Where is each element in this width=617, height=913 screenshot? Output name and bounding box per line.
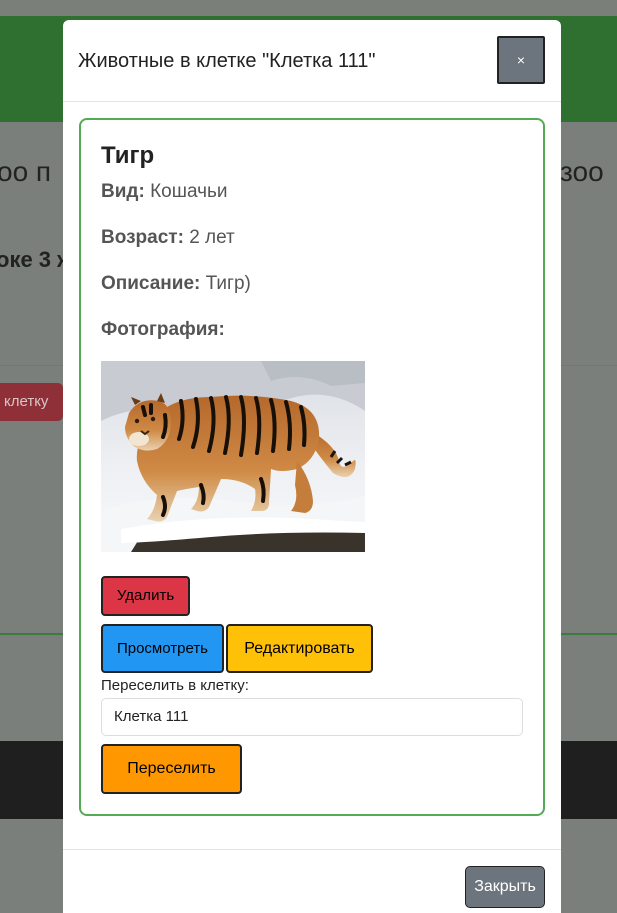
animal-photo (101, 361, 365, 552)
species-field: Вид: Кошачьи (101, 181, 228, 203)
cage-select[interactable]: Клетка 111 (101, 698, 523, 736)
age-value: 2 лет (189, 227, 235, 248)
background-add-to-cage-button: клетку (0, 383, 63, 421)
top-strip (0, 0, 617, 16)
animal-card: Тигр Вид: Кошачьи Возраст: 2 лет Описани… (79, 118, 545, 816)
age-field: Возраст: 2 лет (101, 227, 235, 249)
animal-name: Тигр (101, 142, 155, 169)
move-to-cage-label: Переселить в клетку: (101, 677, 249, 694)
page-title-fragment-right: зоо (560, 156, 604, 187)
description-value: Тигр) (205, 273, 251, 294)
description-field: Описание: Тигр) (101, 273, 251, 295)
modal-header: Животные в клетке "Клетка 111" × (63, 20, 561, 102)
species-label: Вид: (101, 181, 145, 202)
animals-modal: Животные в клетке "Клетка 111" × Тигр Ви… (63, 20, 561, 913)
delete-button[interactable]: Удалить (101, 576, 190, 616)
description-label: Описание: (101, 273, 201, 294)
section-heading-fragment: оке 3 ж (0, 247, 73, 272)
age-label: Возраст: (101, 227, 184, 248)
photo-field: Фотография: (101, 319, 225, 341)
modal-footer-divider (63, 849, 561, 850)
view-button[interactable]: Просмотреть (101, 624, 224, 673)
close-icon[interactable]: × (497, 36, 545, 84)
move-button[interactable]: Переселить (101, 744, 242, 794)
page-title-fragment-left: оо п (0, 156, 52, 187)
close-button[interactable]: Закрыть (465, 866, 545, 908)
photo-label: Фотография: (101, 319, 225, 340)
modal-title: Животные в клетке "Клетка 111" (78, 50, 376, 72)
edit-button[interactable]: Редактировать (226, 624, 373, 673)
species-value: Кошачьи (150, 181, 228, 202)
